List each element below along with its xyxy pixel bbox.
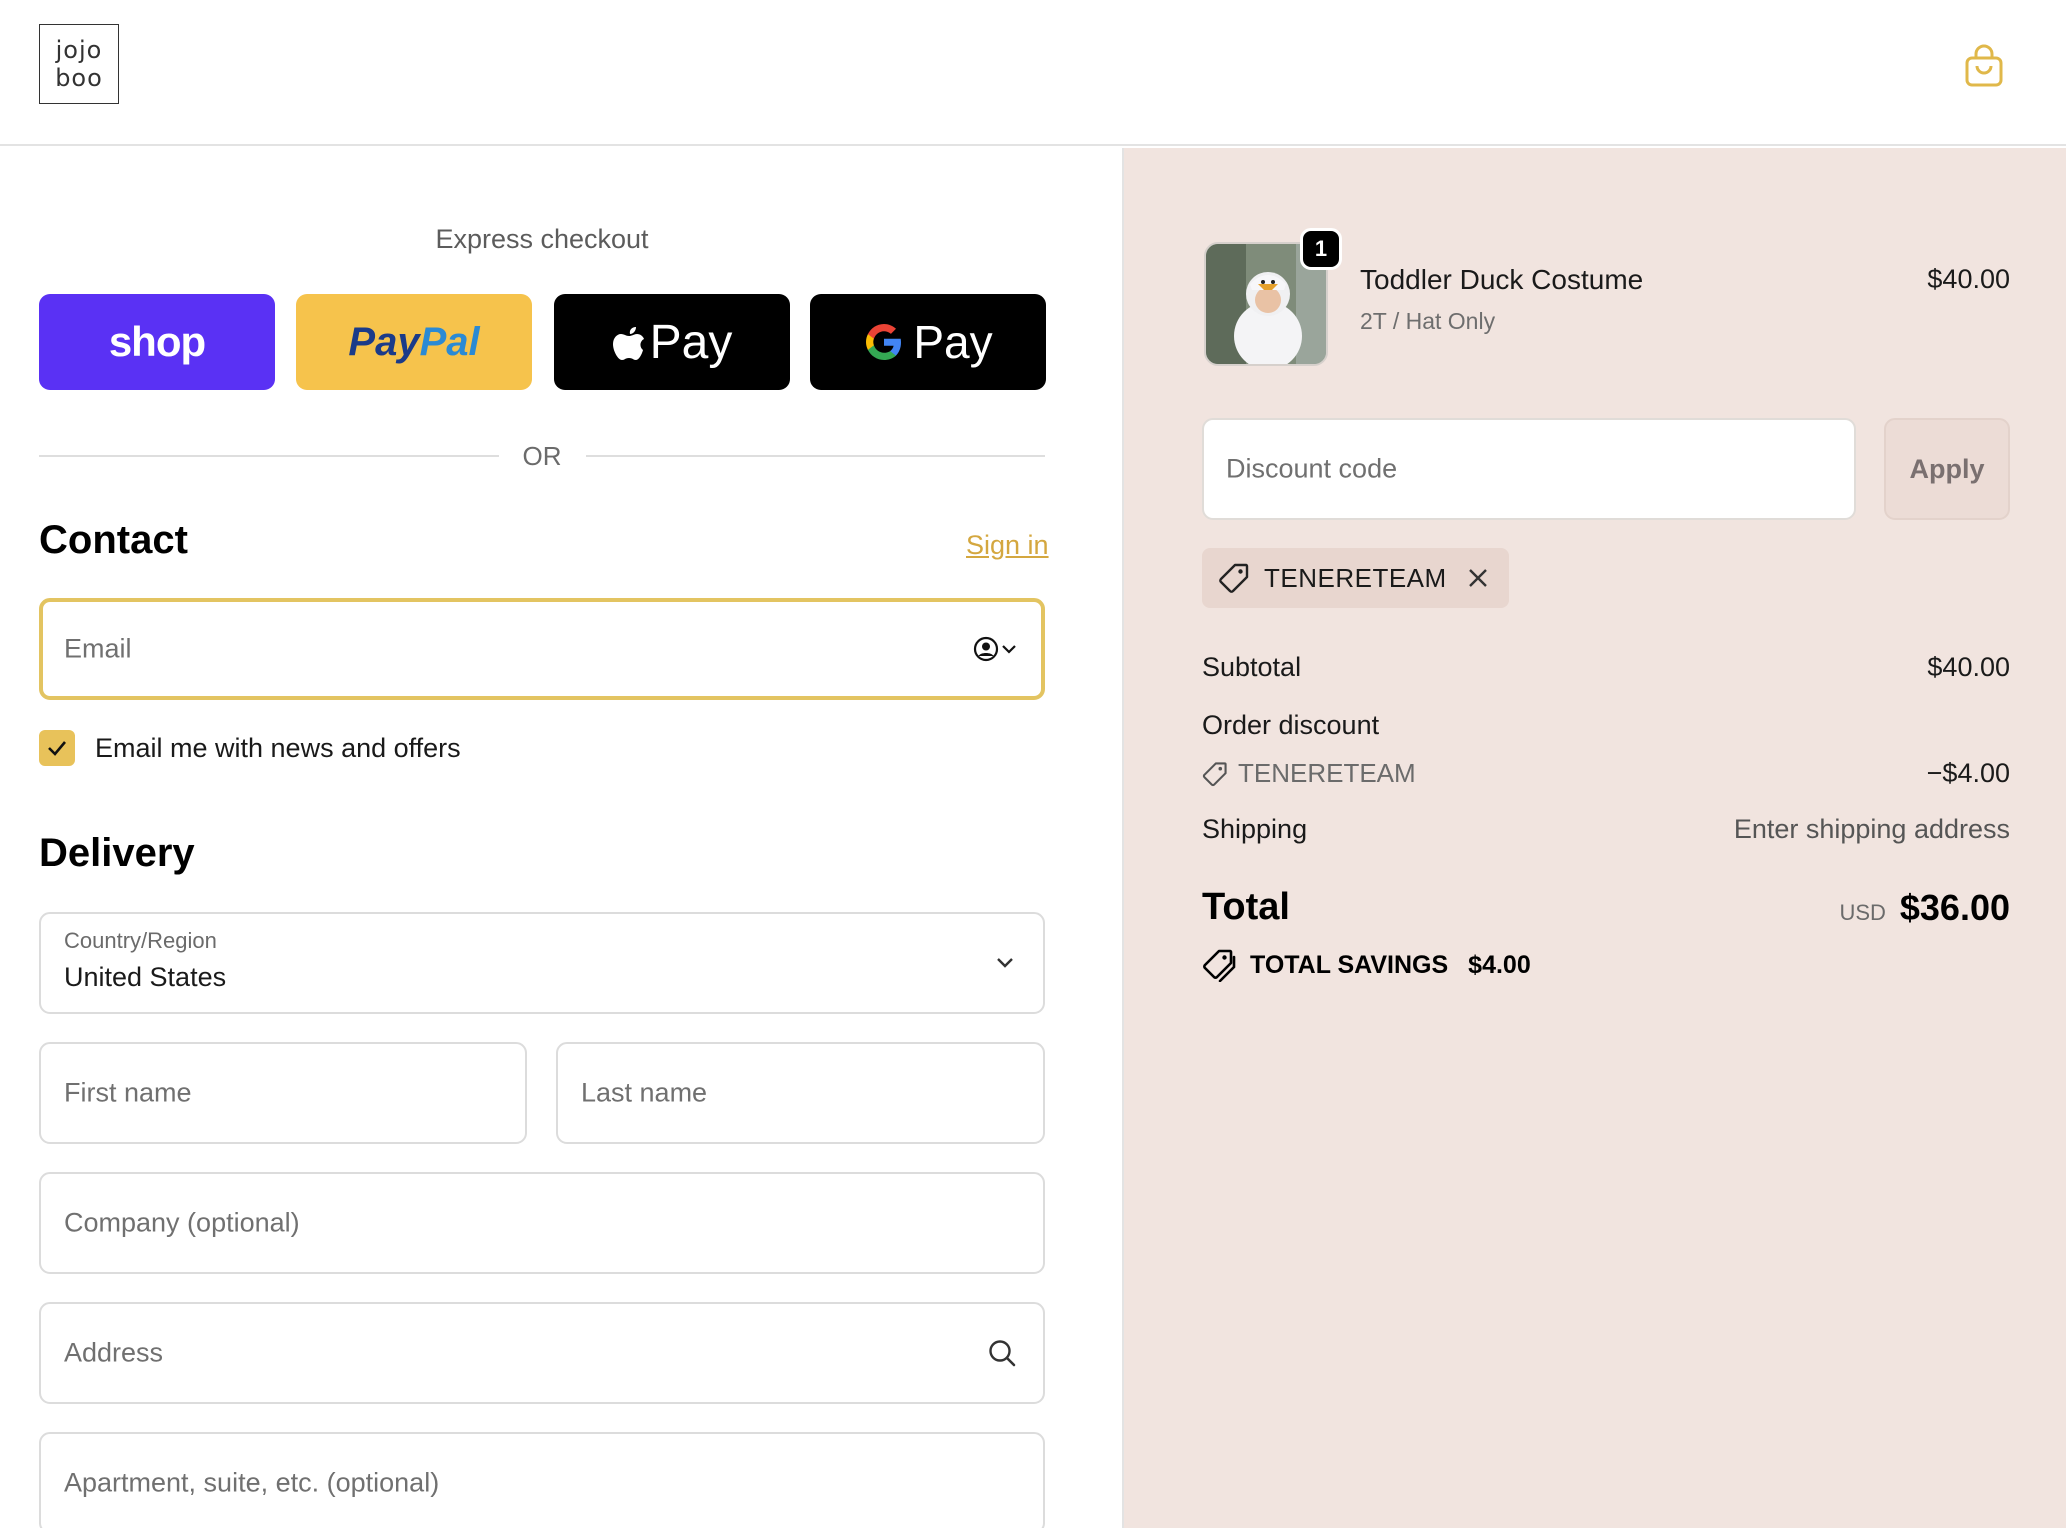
country-select[interactable]: Country/Region United States bbox=[39, 912, 1045, 1014]
shipping-label: Shipping bbox=[1202, 814, 1308, 844]
delivery-title: Delivery bbox=[39, 831, 195, 875]
apple-icon bbox=[612, 327, 644, 360]
address-field[interactable]: Address bbox=[39, 1302, 1045, 1404]
header: jojo boo bbox=[0, 0, 2066, 146]
total-value: $36.00 bbox=[1899, 886, 2010, 928]
company-field[interactable]: Company (optional) bbox=[39, 1172, 1045, 1274]
tag-icon bbox=[1219, 563, 1249, 593]
search-icon bbox=[989, 1340, 1016, 1367]
checkout-form: Express checkout shop Pay Pal Pay Pay OR … bbox=[0, 148, 1120, 1528]
total-savings-label: TOTAL SAVINGS bbox=[1250, 950, 1449, 979]
close-icon bbox=[1468, 569, 1487, 587]
discount-code-row: TENERETEAM −$4.00 bbox=[1202, 758, 2010, 789]
google-pay-label: Pay bbox=[913, 316, 993, 368]
user-circle-icon bbox=[973, 636, 999, 662]
company-placeholder: Company (optional) bbox=[64, 1207, 300, 1238]
apple-pay-button[interactable]: Pay bbox=[554, 294, 790, 390]
product-price: $40.00 bbox=[1927, 264, 2010, 294]
order-discount-label: Order discount bbox=[1202, 710, 1380, 740]
chevron-down-icon bbox=[997, 958, 1013, 968]
apply-discount-button[interactable]: Apply bbox=[1884, 418, 2010, 520]
discount-value: −$4.00 bbox=[1926, 758, 2010, 788]
applied-discount-chip: TENERETEAM bbox=[1202, 548, 1509, 608]
newsletter-checkbox[interactable] bbox=[39, 730, 75, 766]
product-variant: 2T / Hat Only bbox=[1360, 308, 1496, 334]
subtotal-row: Subtotal $40.00 bbox=[1202, 652, 2010, 683]
email-field[interactable]: Email bbox=[39, 598, 1045, 700]
total-row: Total USD $36.00 bbox=[1202, 886, 2010, 929]
contact-title: Contact bbox=[39, 518, 188, 562]
total-savings: TOTAL SAVINGS $4.00 bbox=[1202, 948, 1531, 982]
divider-line bbox=[585, 455, 1045, 457]
divider-line bbox=[39, 455, 499, 457]
paypal-button[interactable]: Pay Pal bbox=[296, 294, 532, 390]
total-amount: USD $36.00 bbox=[1839, 887, 2010, 929]
cart-button[interactable] bbox=[1960, 40, 2008, 92]
google-g-icon bbox=[866, 324, 902, 360]
address-placeholder: Address bbox=[64, 1337, 164, 1368]
email-placeholder: Email bbox=[64, 633, 132, 664]
last-name-field[interactable]: Last name bbox=[556, 1042, 1045, 1144]
subtotal-label: Subtotal bbox=[1202, 652, 1302, 682]
store-logo[interactable]: jojo boo bbox=[39, 24, 119, 104]
newsletter-checkbox-row[interactable]: Email me with news and offers bbox=[39, 728, 461, 768]
first-name-field[interactable]: First name bbox=[39, 1042, 527, 1144]
logo-line-2: boo bbox=[55, 64, 103, 92]
order-discount-row: Order discount bbox=[1202, 710, 2010, 741]
paypal-label-part2: Pal bbox=[419, 319, 480, 364]
sign-in-link[interactable]: Sign in bbox=[966, 530, 1049, 561]
order-summary: 1 Toddler Duck Costume 2T / Hat Only $40… bbox=[1122, 148, 2066, 1528]
account-selector-button[interactable] bbox=[973, 636, 1017, 662]
shipping-row: Shipping Enter shipping address bbox=[1202, 814, 2010, 845]
shop-pay-button[interactable]: shop bbox=[39, 294, 275, 390]
discount-code-label: TENERETEAM bbox=[1202, 758, 1416, 789]
or-divider: OR bbox=[39, 436, 1045, 476]
google-pay-button[interactable]: Pay bbox=[810, 294, 1046, 390]
total-savings-value: $4.00 bbox=[1468, 950, 1531, 979]
newsletter-label: Email me with news and offers bbox=[95, 732, 461, 763]
discount-code-text: TENERETEAM bbox=[1238, 758, 1416, 788]
product-name: Toddler Duck Costume bbox=[1360, 264, 1644, 295]
shopping-bag-icon bbox=[1965, 44, 2003, 87]
country-label: Country/Region bbox=[64, 928, 217, 953]
subtotal-value: $40.00 bbox=[1927, 652, 2010, 682]
logo-line-1: jojo bbox=[55, 36, 103, 64]
paypal-label-part1: Pay bbox=[348, 319, 420, 364]
applied-discount-code: TENERETEAM bbox=[1264, 562, 1447, 593]
first-name-placeholder: First name bbox=[64, 1077, 192, 1108]
country-value: United States bbox=[64, 962, 227, 992]
total-label: Total bbox=[1202, 886, 1290, 928]
last-name-placeholder: Last name bbox=[581, 1077, 708, 1108]
quantity-badge: 1 bbox=[1300, 228, 1342, 270]
shop-pay-label: shop bbox=[108, 318, 206, 365]
apartment-field[interactable]: Apartment, suite, etc. (optional) bbox=[39, 1432, 1045, 1528]
discount-code-field[interactable]: Discount code bbox=[1202, 418, 1856, 520]
apple-pay-label: Pay bbox=[649, 315, 733, 369]
tag-icon bbox=[1202, 761, 1227, 786]
shipping-value: Enter shipping address bbox=[1733, 814, 2010, 844]
discount-code-placeholder: Discount code bbox=[1226, 453, 1398, 484]
tags-icon bbox=[1203, 949, 1236, 982]
chevron-down-icon bbox=[1002, 645, 1016, 654]
remove-discount-button[interactable] bbox=[1467, 567, 1489, 589]
checkmark-icon bbox=[48, 741, 66, 756]
currency-code: USD bbox=[1839, 899, 1886, 925]
or-label: OR bbox=[522, 440, 562, 471]
apartment-placeholder: Apartment, suite, etc. (optional) bbox=[64, 1467, 440, 1498]
express-checkout-title: Express checkout bbox=[435, 224, 649, 254]
